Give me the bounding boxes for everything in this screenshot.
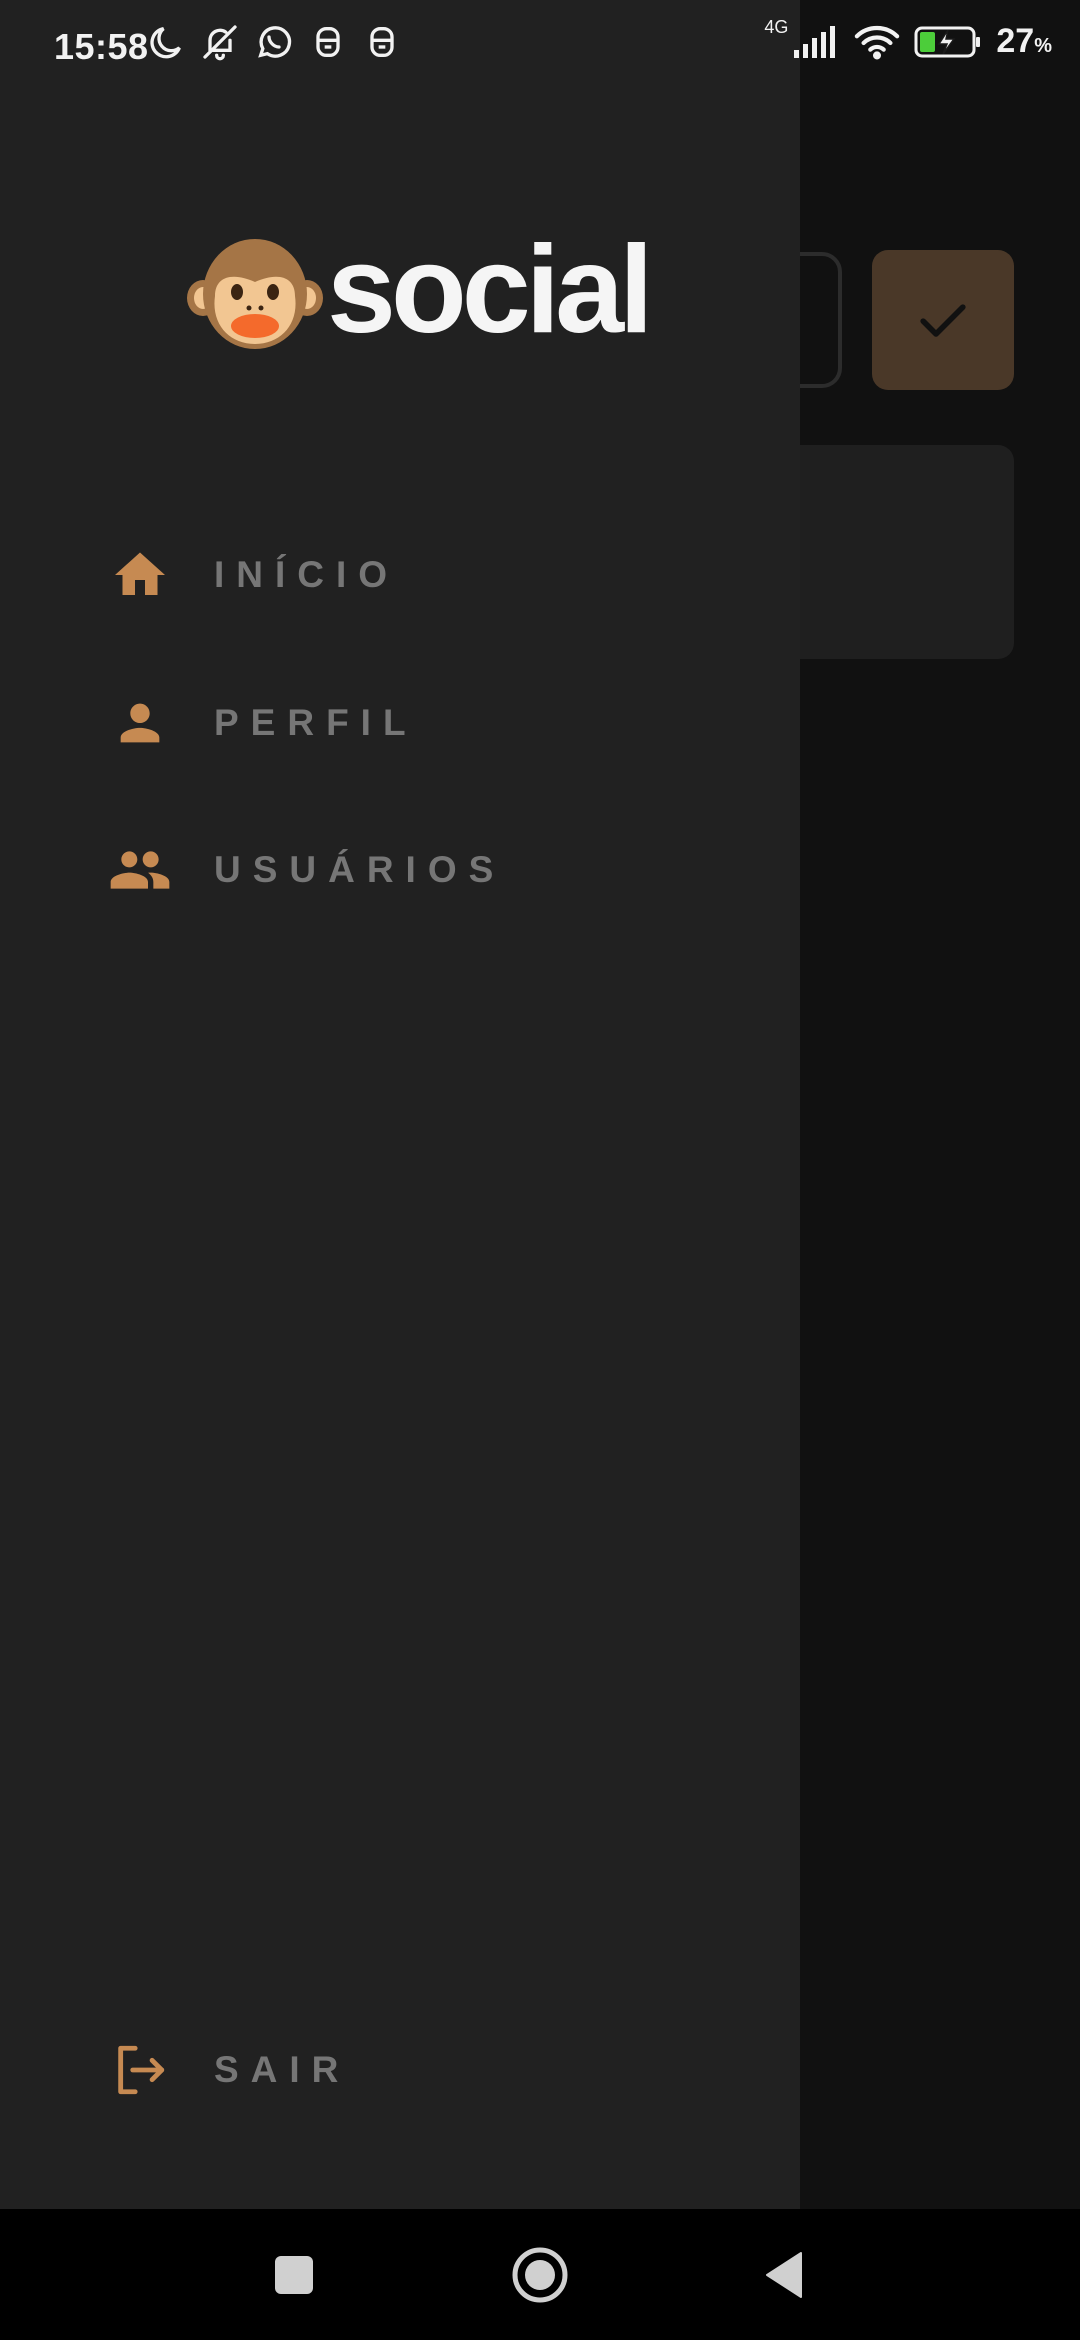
monkey-logo-icon xyxy=(187,239,323,349)
menu-item-label: INÍCIO xyxy=(214,554,400,595)
app-notification-icon xyxy=(370,27,394,57)
wifi-icon xyxy=(855,25,900,59)
logout-button[interactable]: SAIR xyxy=(108,2030,338,2110)
home-button[interactable] xyxy=(480,2209,600,2340)
menu-item-label: PERFIL xyxy=(214,702,418,743)
logout-icon xyxy=(108,2038,172,2102)
menu-item-usuarios[interactable]: USUÁRIOS xyxy=(108,830,493,910)
system-nav-bar xyxy=(0,2209,1080,2340)
people-icon xyxy=(108,838,172,902)
whatsapp-icon xyxy=(258,26,292,58)
signal-icon xyxy=(794,25,836,58)
battery-charging-icon xyxy=(914,26,981,57)
back-button[interactable] xyxy=(724,2209,844,2340)
home-icon xyxy=(108,543,172,607)
check-icon xyxy=(920,304,966,337)
status-time: 15:58 xyxy=(54,26,149,67)
menu-item-label: USUÁRIOS xyxy=(214,849,506,890)
logo-text: social xyxy=(327,221,654,359)
back-triangle-icon xyxy=(766,2251,802,2298)
background-confirm-button xyxy=(872,250,1014,390)
person-icon xyxy=(108,691,172,755)
recents-button[interactable] xyxy=(234,2209,354,2340)
bell-off-icon xyxy=(203,25,237,61)
app-notification-icon xyxy=(316,27,340,57)
status-bar: 15:58 4G 27% xyxy=(0,0,1080,92)
network-type: 4G xyxy=(764,17,789,37)
logout-label: SAIR xyxy=(214,2049,351,2090)
circle-icon xyxy=(512,2247,568,2302)
menu-item-inicio[interactable]: INÍCIO xyxy=(108,535,387,615)
navigation-drawer: social INÍCIO PERFIL USUÁRIOS SAIR xyxy=(0,0,800,2209)
battery-percent: 27% xyxy=(996,22,1052,60)
menu-item-perfil[interactable]: PERFIL xyxy=(108,683,406,763)
app-logo: social xyxy=(185,221,654,367)
square-icon xyxy=(275,2255,313,2294)
moon-icon xyxy=(150,27,181,59)
